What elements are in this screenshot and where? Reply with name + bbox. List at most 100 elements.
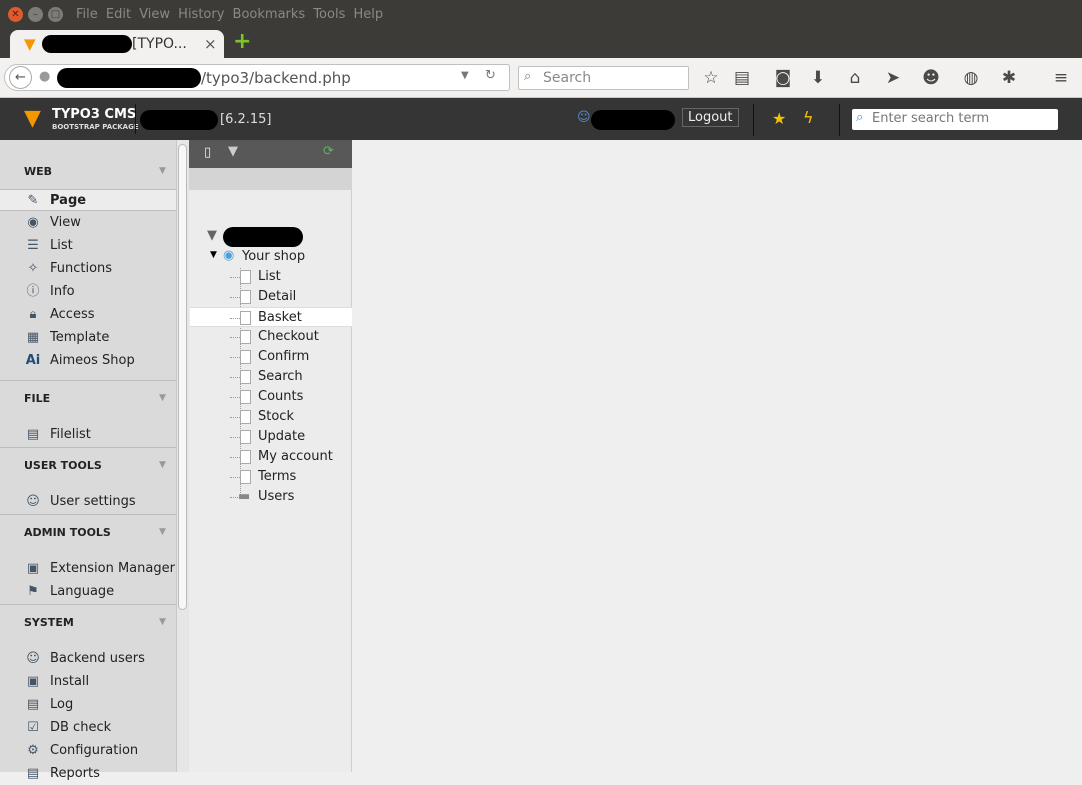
module-item-install[interactable]: ▣ Install <box>0 671 176 693</box>
install-icon: ▣ <box>26 674 40 689</box>
module-group-user[interactable]: USER TOOLS <box>24 459 102 472</box>
home-icon[interactable]: ⌂ <box>844 68 866 88</box>
redacted <box>591 110 675 130</box>
module-menu-scrollbar[interactable] <box>176 140 189 772</box>
globe-edit-icon[interactable]: ◍ <box>960 68 982 88</box>
user-icon: ☺ <box>577 110 591 125</box>
version-label: [6.2.15] <box>220 112 272 127</box>
tree-node-stock[interactable]: Stock <box>230 407 352 427</box>
history-dropdown-icon[interactable]: ▼ <box>461 70 469 81</box>
clear-cache-flash-icon[interactable]: ϟ <box>803 108 814 127</box>
page-icon <box>240 270 251 284</box>
new-tab-icon[interactable]: + <box>233 29 251 54</box>
module-item-backend-users[interactable]: ☺ Backend users <box>0 648 176 670</box>
module-item-list[interactable]: ☰ List <box>0 235 176 257</box>
module-group-file[interactable]: FILE <box>24 392 50 405</box>
url-bar[interactable]: ← ● /typo3/backend.php ▼ ↻ <box>4 64 510 91</box>
module-item-log[interactable]: ▤ Log <box>0 694 176 716</box>
module-item-aimeos-shop[interactable]: Ai Aimeos Shop <box>0 350 176 372</box>
tree-node-update[interactable]: Update <box>230 427 352 447</box>
logo-title: TYPO3 CMS <box>52 107 137 122</box>
collapse-group-icon[interactable]: ▼ <box>159 527 166 537</box>
page-icon <box>240 330 251 344</box>
typo3-logo-icon: ▼ <box>24 106 41 131</box>
tree-root-your-shop[interactable]: Your shop <box>242 249 305 264</box>
browser-search-input[interactable]: ⌕ Search <box>518 66 689 90</box>
module-item-access[interactable]: 🔒︎ Access <box>0 304 176 326</box>
tree-node-my-account[interactable]: My account <box>230 447 352 467</box>
module-item-db-check[interactable]: ☑ DB check <box>0 717 176 739</box>
close-window-icon[interactable]: ✕ <box>8 7 23 22</box>
globe-shortcut-icon: ◉ <box>223 248 235 263</box>
module-item-view[interactable]: ◉ View <box>0 212 176 234</box>
scrollbar-thumb[interactable] <box>178 144 187 610</box>
hamburger-menu-icon[interactable]: ≡ <box>1050 68 1072 88</box>
tree-node-label: Terms <box>258 469 297 484</box>
collapse-group-icon[interactable]: ▼ <box>159 166 166 176</box>
module-item-page[interactable]: ✎ Page <box>0 189 176 211</box>
module-item-info[interactable]: ⓘ Info <box>0 281 176 303</box>
download-icon[interactable]: ⬇ <box>807 68 829 88</box>
bookmark-star-icon[interactable]: ☆ <box>700 68 722 88</box>
collapse-group-icon[interactable]: ▼ <box>159 617 166 627</box>
tree-node-search[interactable]: Search <box>230 367 352 387</box>
page-icon <box>240 370 251 384</box>
send-icon[interactable]: ➤ <box>882 68 904 88</box>
back-icon[interactable]: ← <box>9 66 32 89</box>
module-item-label: Install <box>50 674 90 689</box>
tree-node-counts[interactable]: Counts <box>230 387 352 407</box>
info-icon: ⓘ <box>26 284 40 299</box>
search-icon: ⌕ <box>856 110 864 125</box>
tree-node-checkout[interactable]: Checkout <box>230 327 352 347</box>
reading-list-icon[interactable]: ▤ <box>731 68 753 88</box>
browser-tab[interactable]: ▼ [TYPO... × <box>10 30 224 59</box>
minimize-window-icon[interactable]: – <box>28 7 43 22</box>
module-item-label: Template <box>50 330 110 345</box>
tree-node-users[interactable]: ▬ Users <box>230 487 352 507</box>
menu-bar[interactable]: File Edit View History Bookmarks Tools H… <box>76 7 383 22</box>
module-item-label: Backend users <box>50 651 145 666</box>
filter-icon[interactable]: ▼ <box>228 144 238 159</box>
collapse-group-icon[interactable]: ▼ <box>159 393 166 403</box>
backend-search-input[interactable]: ⌕ Enter search term <box>852 109 1058 130</box>
tree-node-basket[interactable]: Basket <box>190 307 352 327</box>
module-separator <box>0 604 176 605</box>
module-item-label: Aimeos Shop <box>50 353 135 368</box>
reload-icon[interactable]: ↻ <box>485 68 496 83</box>
bookmarks-star-icon[interactable]: ★ <box>772 109 786 128</box>
module-item-configuration[interactable]: ⚙ Configuration <box>0 740 176 762</box>
collapse-arrow-icon[interactable]: ▼ <box>210 250 217 260</box>
list-icon: ☰ <box>27 238 39 253</box>
module-item-filelist[interactable]: ▤ Filelist <box>0 424 176 446</box>
tab-close-icon[interactable]: × <box>204 35 217 53</box>
tree-node-detail[interactable]: Detail <box>230 287 352 307</box>
module-group-admin[interactable]: ADMIN TOOLS <box>24 526 111 539</box>
module-item-functions[interactable]: ✧ Functions <box>0 258 176 280</box>
module-item-user-settings[interactable]: ☺ User settings <box>0 491 176 513</box>
tree-node-confirm[interactable]: Confirm <box>230 347 352 367</box>
module-item-label: Functions <box>50 261 113 276</box>
refresh-icon[interactable]: ⟳ <box>323 144 334 159</box>
logo-subtitle: BOOTSTRAP PACKAGE <box>52 123 139 131</box>
new-page-icon[interactable]: ▯ <box>204 145 211 160</box>
addon-icon[interactable]: ✱ <box>998 68 1020 88</box>
module-item-reports[interactable]: ▤ Reports <box>0 763 176 785</box>
module-item-label: Page <box>50 193 87 208</box>
chat-icon[interactable]: ☻ <box>920 68 942 88</box>
module-group-system[interactable]: SYSTEM <box>24 616 74 629</box>
module-item-template[interactable]: ▦ Template <box>0 327 176 349</box>
extension-icon: ▣ <box>26 561 40 576</box>
tree-node-terms[interactable]: Terms <box>230 467 352 487</box>
module-group-web[interactable]: WEB <box>24 165 52 178</box>
module-item-language[interactable]: ⚑ Language <box>0 581 176 603</box>
module-item-extension-manager[interactable]: ▣ Extension Manager <box>0 558 176 580</box>
pocket-icon[interactable]: ◙ <box>772 68 794 88</box>
typo3-header: ▼ TYPO3 CMS BOOTSTRAP PACKAGE [6.2.15] ☺… <box>0 98 1082 140</box>
logout-button[interactable]: Logout <box>682 108 739 127</box>
collapse-group-icon[interactable]: ▼ <box>159 460 166 470</box>
tree-node-list[interactable]: List <box>230 267 352 287</box>
log-icon: ▤ <box>26 697 40 712</box>
globe-icon: ● <box>39 69 51 84</box>
maximize-window-icon[interactable]: □ <box>48 7 63 22</box>
typo3-favicon-icon: ▼ <box>24 35 36 53</box>
